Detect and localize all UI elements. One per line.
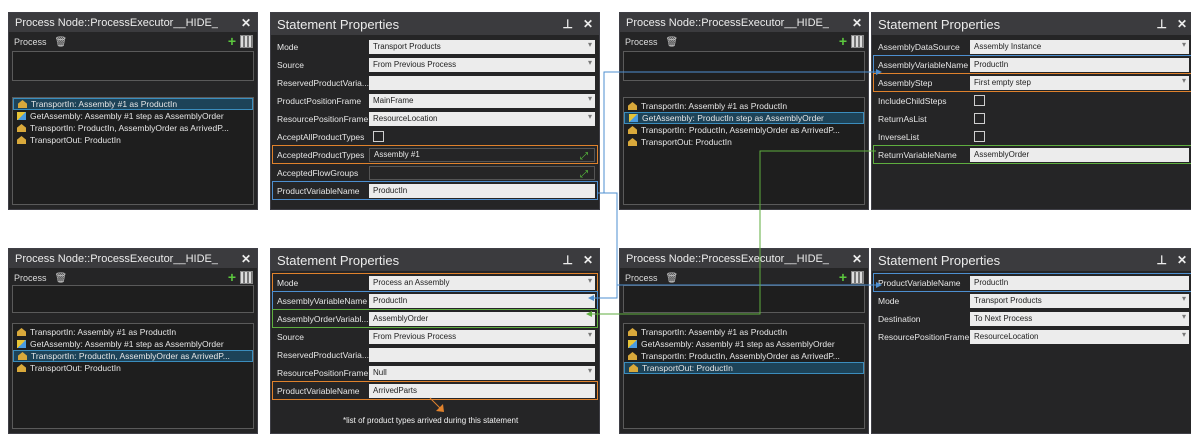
connector-assemblyorder	[592, 150, 876, 315]
arrow-head	[876, 69, 882, 75]
arrow-head	[876, 282, 882, 288]
connector-productin	[598, 71, 876, 194]
connector-productin-3	[616, 284, 876, 298]
arrow-head	[588, 295, 594, 301]
arrow-head	[586, 311, 592, 317]
connector-productin-2	[594, 192, 618, 299]
connector-lines	[429, 69, 882, 412]
